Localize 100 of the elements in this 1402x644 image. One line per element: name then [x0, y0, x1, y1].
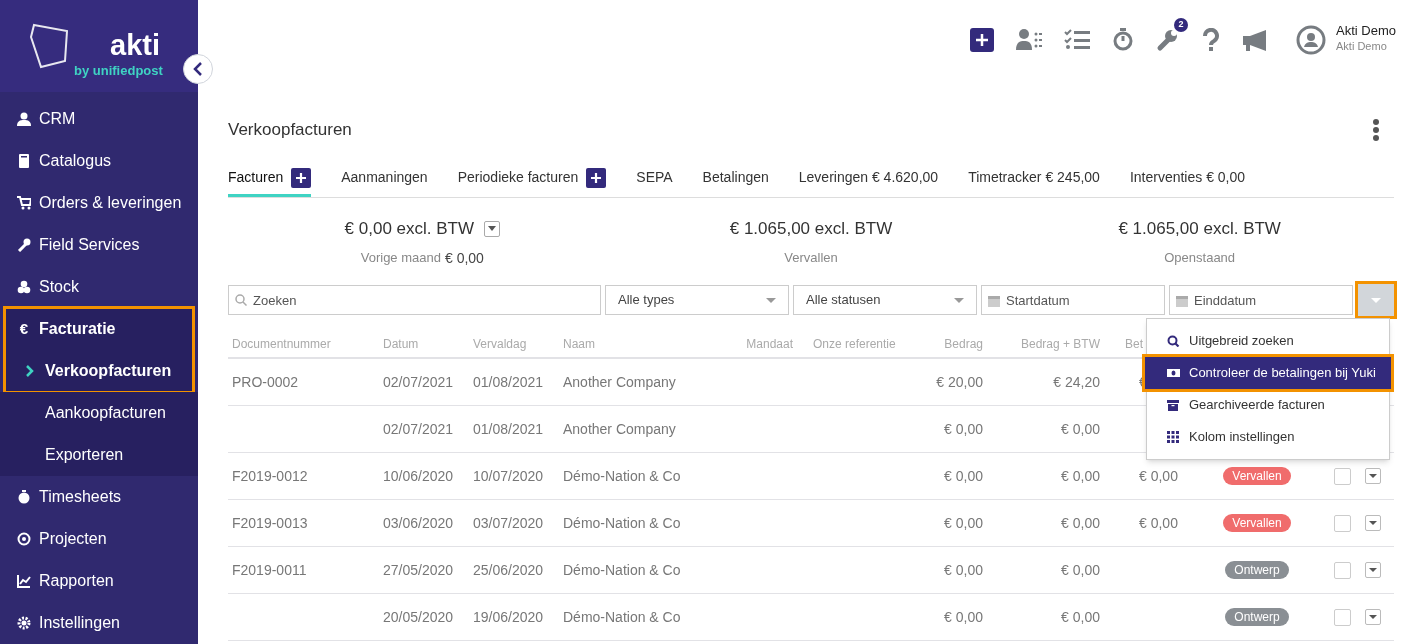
tab[interactable]: Timetracker € 245,00 — [968, 161, 1100, 197]
summary-label: Vervallen — [784, 248, 838, 267]
table-cell: 10/06/2020 — [383, 467, 454, 484]
company-name: Akti Demo — [1336, 39, 1388, 53]
add-button[interactable] — [586, 167, 607, 188]
row-actions-button[interactable] — [1364, 468, 1381, 484]
plus-icon — [591, 172, 602, 183]
contacts-icon — [1016, 28, 1043, 52]
table-cell: 03/07/2020 — [473, 514, 544, 531]
sidebar-item[interactable]: Rapporten — [0, 560, 198, 602]
menu-item[interactable]: Gearchiveerde facturen — [1147, 389, 1389, 421]
chevron-right-icon — [25, 365, 35, 377]
table-cell: € 0,00 — [944, 514, 983, 531]
table-cell: € 0,00 — [1061, 467, 1100, 484]
sidebar-item[interactable]: Stock — [0, 266, 198, 308]
input-field[interactable]: Startdatum — [981, 285, 1165, 315]
sidebar-item[interactable]: Projecten — [0, 518, 198, 560]
tab[interactable]: Periodieke facturen — [457, 161, 607, 197]
sidebar-item[interactable]: Orders & leveringen — [0, 182, 198, 224]
column-header: Vervaldag — [473, 337, 527, 351]
summary-amount: € 1.065,00 excl. BTW — [729, 218, 893, 240]
sidebar-item[interactable]: Instellingen — [0, 602, 198, 644]
checkbox[interactable] — [1334, 561, 1351, 579]
table-cell: € 0,00 — [1061, 514, 1100, 531]
add-button[interactable] — [970, 28, 995, 52]
summary-value: € 0,00 — [444, 248, 484, 268]
row-actions-button[interactable] — [1364, 609, 1381, 625]
tab[interactable]: Leveringen € 4.620,00 — [798, 161, 939, 197]
table-cell: Démo-Nation & Co — [563, 608, 681, 625]
table-cell: Démo-Nation & Co — [563, 514, 681, 531]
row-actions-button[interactable] — [1364, 515, 1381, 531]
select-field[interactable]: Alle statusen — [793, 285, 977, 315]
column-header: Bet — [1125, 337, 1143, 351]
row-actions-button[interactable] — [1364, 562, 1381, 578]
status-badge: Vervallen — [1223, 467, 1291, 485]
checkbox[interactable] — [1334, 514, 1351, 532]
status-badge: Ontwerp — [1225, 608, 1289, 626]
sidebar-item[interactable]: € Facturatie — [5, 308, 193, 350]
table-cell: € 0,00 — [944, 420, 983, 437]
caret-down-icon — [1371, 297, 1381, 303]
table-cell: 01/08/2021 — [473, 420, 544, 437]
caret-down-icon — [1368, 474, 1377, 478]
column-header: Documentnummer — [232, 337, 331, 351]
sidebar-subitem[interactable]: Verkoopfacturen — [5, 350, 193, 392]
tab[interactable]: SEPA — [636, 161, 673, 197]
table-cell: 02/07/2021 — [383, 420, 454, 437]
tab[interactable]: Facturen — [228, 161, 312, 197]
dropdown-toggle[interactable] — [1358, 284, 1394, 316]
table-cell: Another Company — [563, 420, 676, 437]
checklist-button[interactable] — [1064, 28, 1091, 52]
tab[interactable]: Interventies € 0,00 — [1129, 161, 1246, 197]
line-chart-icon — [17, 574, 31, 588]
add-button[interactable] — [291, 167, 312, 188]
more-vertical-icon[interactable] — [1372, 118, 1380, 142]
banknote-icon — [1167, 367, 1180, 379]
checkbox[interactable] — [1334, 467, 1351, 485]
user-name: Akti Demo — [1336, 23, 1396, 39]
table-cell: PRO-0002 — [232, 373, 299, 390]
stopwatch-icon — [17, 490, 31, 504]
sidebar-item[interactable]: CRM — [0, 98, 198, 140]
menu-item[interactable]: Controleer de betalingen bij Yuki — [1145, 357, 1391, 389]
tab[interactable]: Betalingen — [702, 161, 769, 197]
select-field[interactable]: Alle types — [605, 285, 789, 315]
summary-amount: € 1.065,00 excl. BTW — [1118, 218, 1281, 240]
table-cell: € 0,00 — [944, 608, 983, 625]
table-cell: 03/06/2020 — [383, 514, 454, 531]
table-cell: € 0,00 — [1061, 420, 1100, 437]
search-icon — [235, 294, 247, 306]
status-badge: Vervallen — [1223, 514, 1291, 532]
caret-down-icon — [1368, 521, 1377, 525]
table-cell: F2019-0011 — [232, 561, 307, 578]
table-cell: 25/06/2020 — [473, 561, 544, 578]
caret-down-icon — [488, 226, 497, 232]
plus-icon — [296, 172, 307, 183]
table-cell: € 0,00 — [1139, 514, 1178, 531]
sidebar-item[interactable]: Catalogus — [0, 140, 198, 182]
column-header: Mandaat — [746, 337, 793, 351]
input-field[interactable]: Zoeken — [228, 285, 601, 315]
checkbox[interactable] — [1334, 608, 1351, 626]
sidebar-item[interactable]: Timesheets — [0, 476, 198, 518]
help-button[interactable] — [1202, 28, 1221, 52]
stopwatch-button[interactable] — [1112, 28, 1135, 52]
tab[interactable]: Aanmaningen — [341, 161, 428, 197]
dropdown-button[interactable] — [484, 220, 501, 237]
table-cell: € 0,00 — [1139, 467, 1178, 484]
menu-item[interactable]: Kolom instellingen — [1147, 421, 1389, 453]
logo-tagline: by unifiedpost — [74, 64, 163, 78]
table-cell: F2019-0013 — [232, 514, 308, 531]
status-badge: Ontwerp — [1225, 561, 1289, 579]
checklist-icon — [1064, 28, 1091, 52]
menu-item[interactable]: Uitgebreid zoeken — [1147, 325, 1389, 357]
sidebar-item[interactable]: Field Services — [0, 224, 198, 266]
calendar-icon — [1176, 294, 1188, 307]
column-header: Naam — [563, 337, 595, 351]
contacts-button[interactable] — [1016, 28, 1043, 52]
archive-box-icon — [1167, 399, 1180, 411]
table-cell: € 20,00 — [936, 373, 983, 390]
summary-label: Vorige maand — [360, 248, 441, 267]
input-field[interactable]: Einddatum — [1169, 285, 1353, 315]
grid-icon — [1167, 431, 1180, 443]
